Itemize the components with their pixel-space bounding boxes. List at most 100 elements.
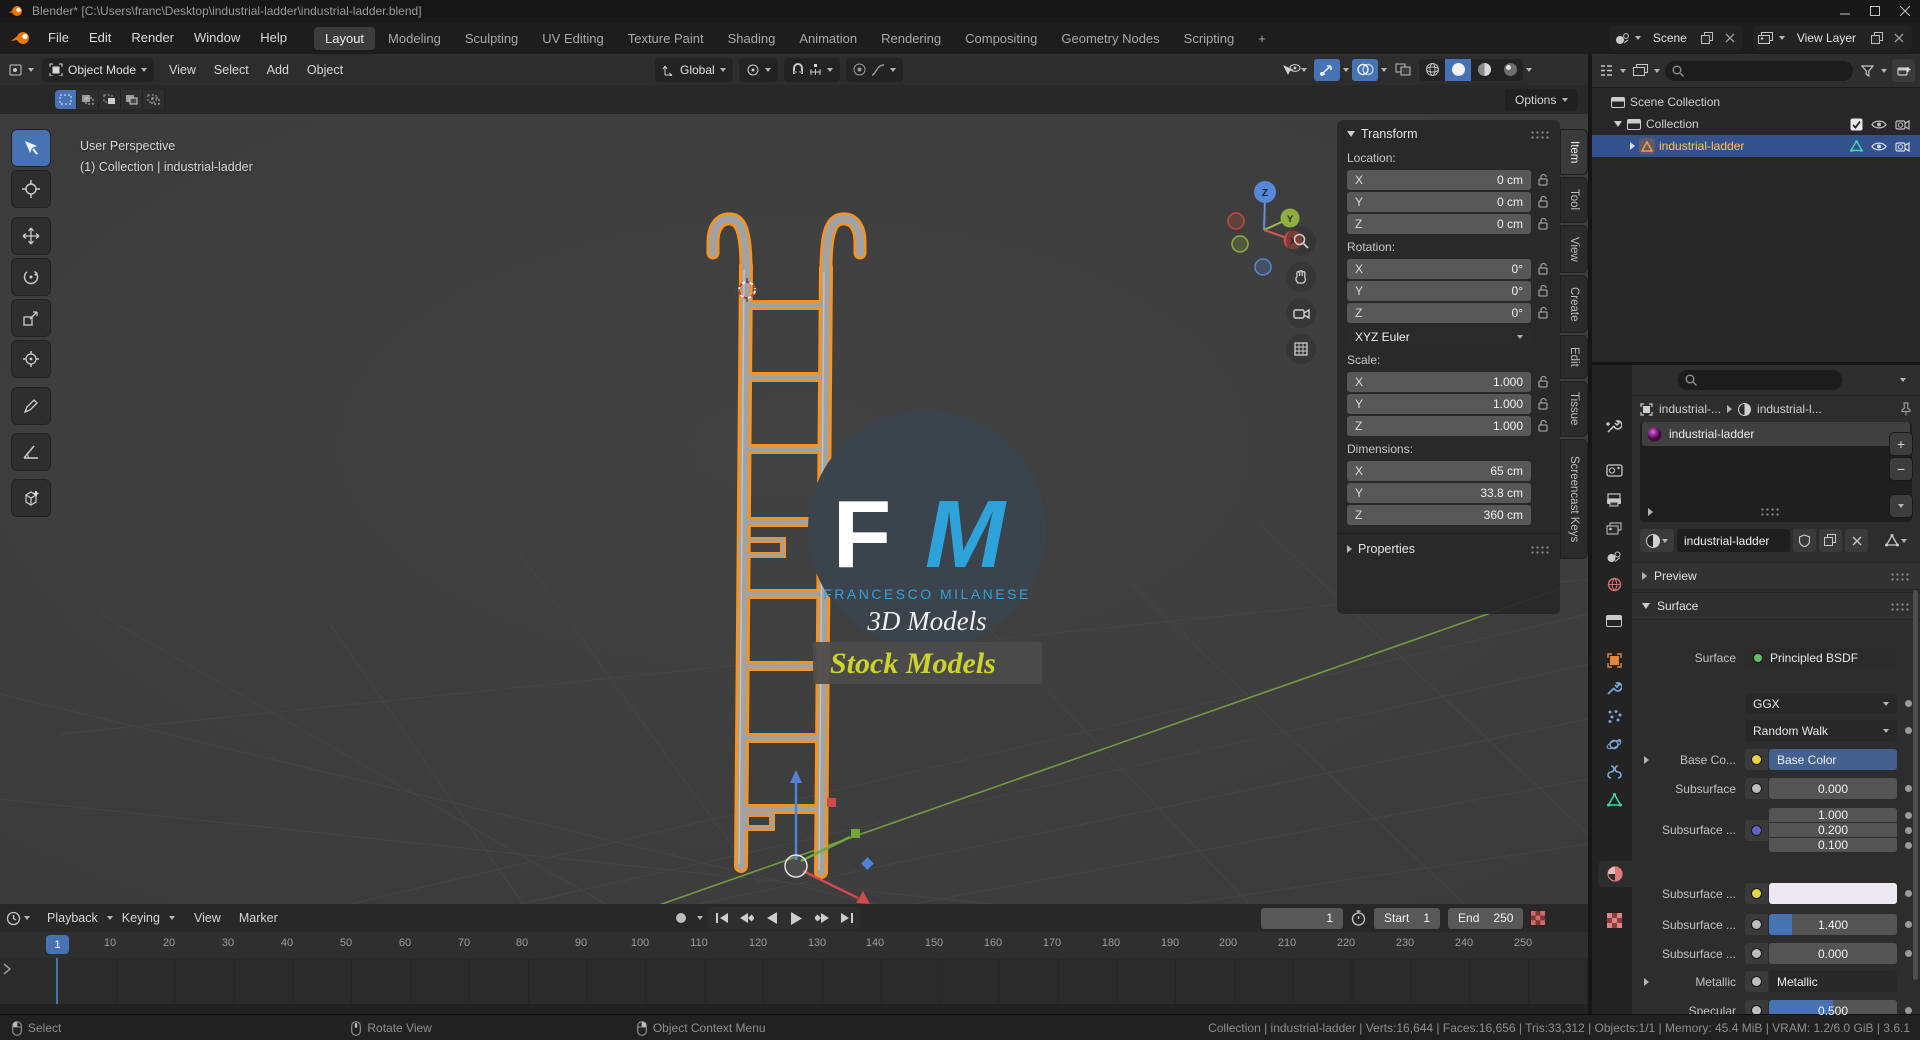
workspace-tab-texture-paint[interactable]: Texture Paint <box>617 27 715 50</box>
tab-material-icon[interactable] <box>1598 861 1632 887</box>
workspace-tab-uv-editing[interactable]: UV Editing <box>531 27 614 50</box>
workspace-tab-scripting[interactable]: Scripting <box>1173 27 1246 50</box>
play-button[interactable] <box>784 908 809 928</box>
visibility-toggle[interactable] <box>1277 59 1311 81</box>
sidebar-tab-tool[interactable]: Tool <box>1561 178 1587 222</box>
tab-constraints-icon[interactable] <box>1596 759 1632 785</box>
stopwatch-icon[interactable] <box>1351 910 1366 926</box>
mode-selector[interactable]: Object Mode <box>42 57 155 82</box>
location-x-field[interactable]: X0 cm <box>1347 170 1531 190</box>
auto-keying-button[interactable] <box>668 908 693 928</box>
gizmo-z-neg-axis[interactable] <box>1254 258 1272 276</box>
chevron-down-icon[interactable] <box>1634 36 1641 40</box>
chevron-down-icon[interactable] <box>1526 67 1532 72</box>
tab-tool-icon[interactable] <box>1596 413 1632 439</box>
play-reverse-button[interactable] <box>759 908 784 928</box>
subsurface-color-swatch[interactable] <box>1769 883 1897 904</box>
lock-icon[interactable] <box>1537 262 1550 276</box>
scale-y-field[interactable]: Y 1.000 <box>1347 394 1531 414</box>
tool-transform[interactable] <box>12 341 50 377</box>
fake-user-button[interactable] <box>1793 529 1816 552</box>
metallic-link[interactable]: Metallic <box>1769 971 1897 992</box>
lock-icon[interactable] <box>1537 217 1550 231</box>
tool-annotate[interactable] <box>12 388 50 424</box>
playhead[interactable]: 1 <box>46 935 69 954</box>
shading-solid-button[interactable] <box>1445 58 1471 81</box>
ortho-toggle-icon[interactable] <box>1286 334 1316 364</box>
tab-world-icon[interactable] <box>1596 571 1632 597</box>
workspace-tab-compositing[interactable]: Compositing <box>954 27 1048 50</box>
menu-window[interactable]: Window <box>184 22 250 54</box>
sidebar-tab-item[interactable]: Item <box>1561 130 1587 174</box>
tab-collection-icon[interactable] <box>1596 608 1632 634</box>
list-expand-icon[interactable] <box>1648 508 1653 516</box>
keyframe-dot-icon[interactable] <box>1905 950 1912 957</box>
workspace-tab-modeling[interactable]: Modeling <box>377 27 452 50</box>
zoom-view-icon[interactable] <box>1286 226 1316 256</box>
lock-icon[interactable] <box>1537 419 1550 433</box>
workspace-tab-animation[interactable]: Animation <box>788 27 868 50</box>
chevron-down-icon[interactable] <box>1778 36 1785 40</box>
workspace-tab-layout[interactable]: Layout <box>314 26 376 50</box>
editor-type-icon[interactable] <box>1597 62 1615 80</box>
shading-material-button[interactable] <box>1471 59 1497 81</box>
add-workspace-button[interactable]: + <box>1247 27 1277 50</box>
camera-restrict-icon[interactable] <box>1895 118 1910 130</box>
tool-rotate[interactable] <box>12 259 50 295</box>
pivot-point[interactable] <box>738 57 778 82</box>
shading-wireframe-button[interactable] <box>1419 59 1445 81</box>
next-keyframe-button[interactable] <box>809 908 834 928</box>
tool-add-cube[interactable] <box>12 480 50 516</box>
list-grip-icon[interactable] <box>1760 507 1780 516</box>
editor-divider[interactable] <box>1592 362 1920 365</box>
editor-divider[interactable] <box>1588 54 1592 1014</box>
blender-logo-icon[interactable] <box>10 30 32 46</box>
panel-grip-icon[interactable] <box>1530 544 1550 554</box>
keyframe-dot-icon[interactable] <box>1905 1007 1912 1014</box>
radius-y-field[interactable]: 0.200 <box>1769 823 1897 837</box>
remove-icon[interactable] <box>1890 29 1908 47</box>
tab-scene-icon[interactable] <box>1596 543 1632 569</box>
jump-to-end-button[interactable] <box>834 908 859 928</box>
input-socket[interactable] <box>1745 943 1768 964</box>
overlays-toggle[interactable] <box>1352 58 1378 81</box>
viewport-3d[interactable]: F M FRANCESCO MILANESE 3D Models Stock M… <box>0 54 1588 904</box>
sidebar-tab-screencast-keys[interactable]: Screencast Keys <box>1561 440 1587 558</box>
subsurface-value-field[interactable]: 0.000 <box>1769 778 1897 799</box>
disclosure-open-icon[interactable] <box>1614 121 1622 127</box>
browse-material-button[interactable] <box>1640 529 1674 552</box>
viewport-menu-select[interactable]: Select <box>205 63 258 77</box>
current-frame-field[interactable]: 1 <box>1261 907 1343 929</box>
outliner-row-scene-collection[interactable]: Scene Collection <box>1592 91 1920 113</box>
tab-output-icon[interactable] <box>1596 487 1632 513</box>
panel-grip-icon[interactable] <box>1890 601 1910 611</box>
new-collection-button[interactable] <box>1892 59 1915 82</box>
tool-move[interactable] <box>12 218 50 254</box>
eye-icon[interactable] <box>1871 119 1887 130</box>
disclosure-closed-icon[interactable] <box>1630 142 1635 150</box>
copy-material-button[interactable] <box>1819 529 1842 552</box>
tab-object-data-icon[interactable] <box>1596 787 1632 813</box>
timeline-menu-playback[interactable]: Playback <box>38 911 107 925</box>
shading-rendered-button[interactable] <box>1497 59 1523 81</box>
add-slot-button[interactable]: + <box>1890 433 1912 455</box>
gizmo-y-neg-axis[interactable] <box>1231 235 1249 253</box>
snapping-control[interactable] <box>783 57 840 82</box>
viewport-menu-view[interactable]: View <box>160 63 205 77</box>
preview-panel-header[interactable]: Preview <box>1632 562 1920 590</box>
sidebar-tab-edit[interactable]: Edit <box>1561 336 1587 378</box>
rotation-mode-dropdown[interactable]: XYZ Euler <box>1347 327 1531 347</box>
outliner-search[interactable] <box>1665 60 1853 81</box>
input-socket[interactable] <box>1745 819 1768 841</box>
frame-end-field[interactable]: End 250 <box>1448 907 1524 929</box>
input-socket[interactable] <box>1745 914 1768 935</box>
location-z-field[interactable]: Z0 cm <box>1347 214 1531 234</box>
view-layer-name[interactable]: View Layer <box>1789 31 1864 45</box>
keyframe-dot-icon[interactable] <box>1905 826 1912 834</box>
menu-help[interactable]: Help <box>250 22 297 54</box>
select-mode-extend-icon[interactable] <box>77 90 99 109</box>
menu-file[interactable]: File <box>38 22 79 54</box>
minimize-button[interactable] <box>1830 2 1860 20</box>
editor-type-icon[interactable] <box>4 909 22 927</box>
chevron-down-icon[interactable] <box>1881 68 1887 73</box>
